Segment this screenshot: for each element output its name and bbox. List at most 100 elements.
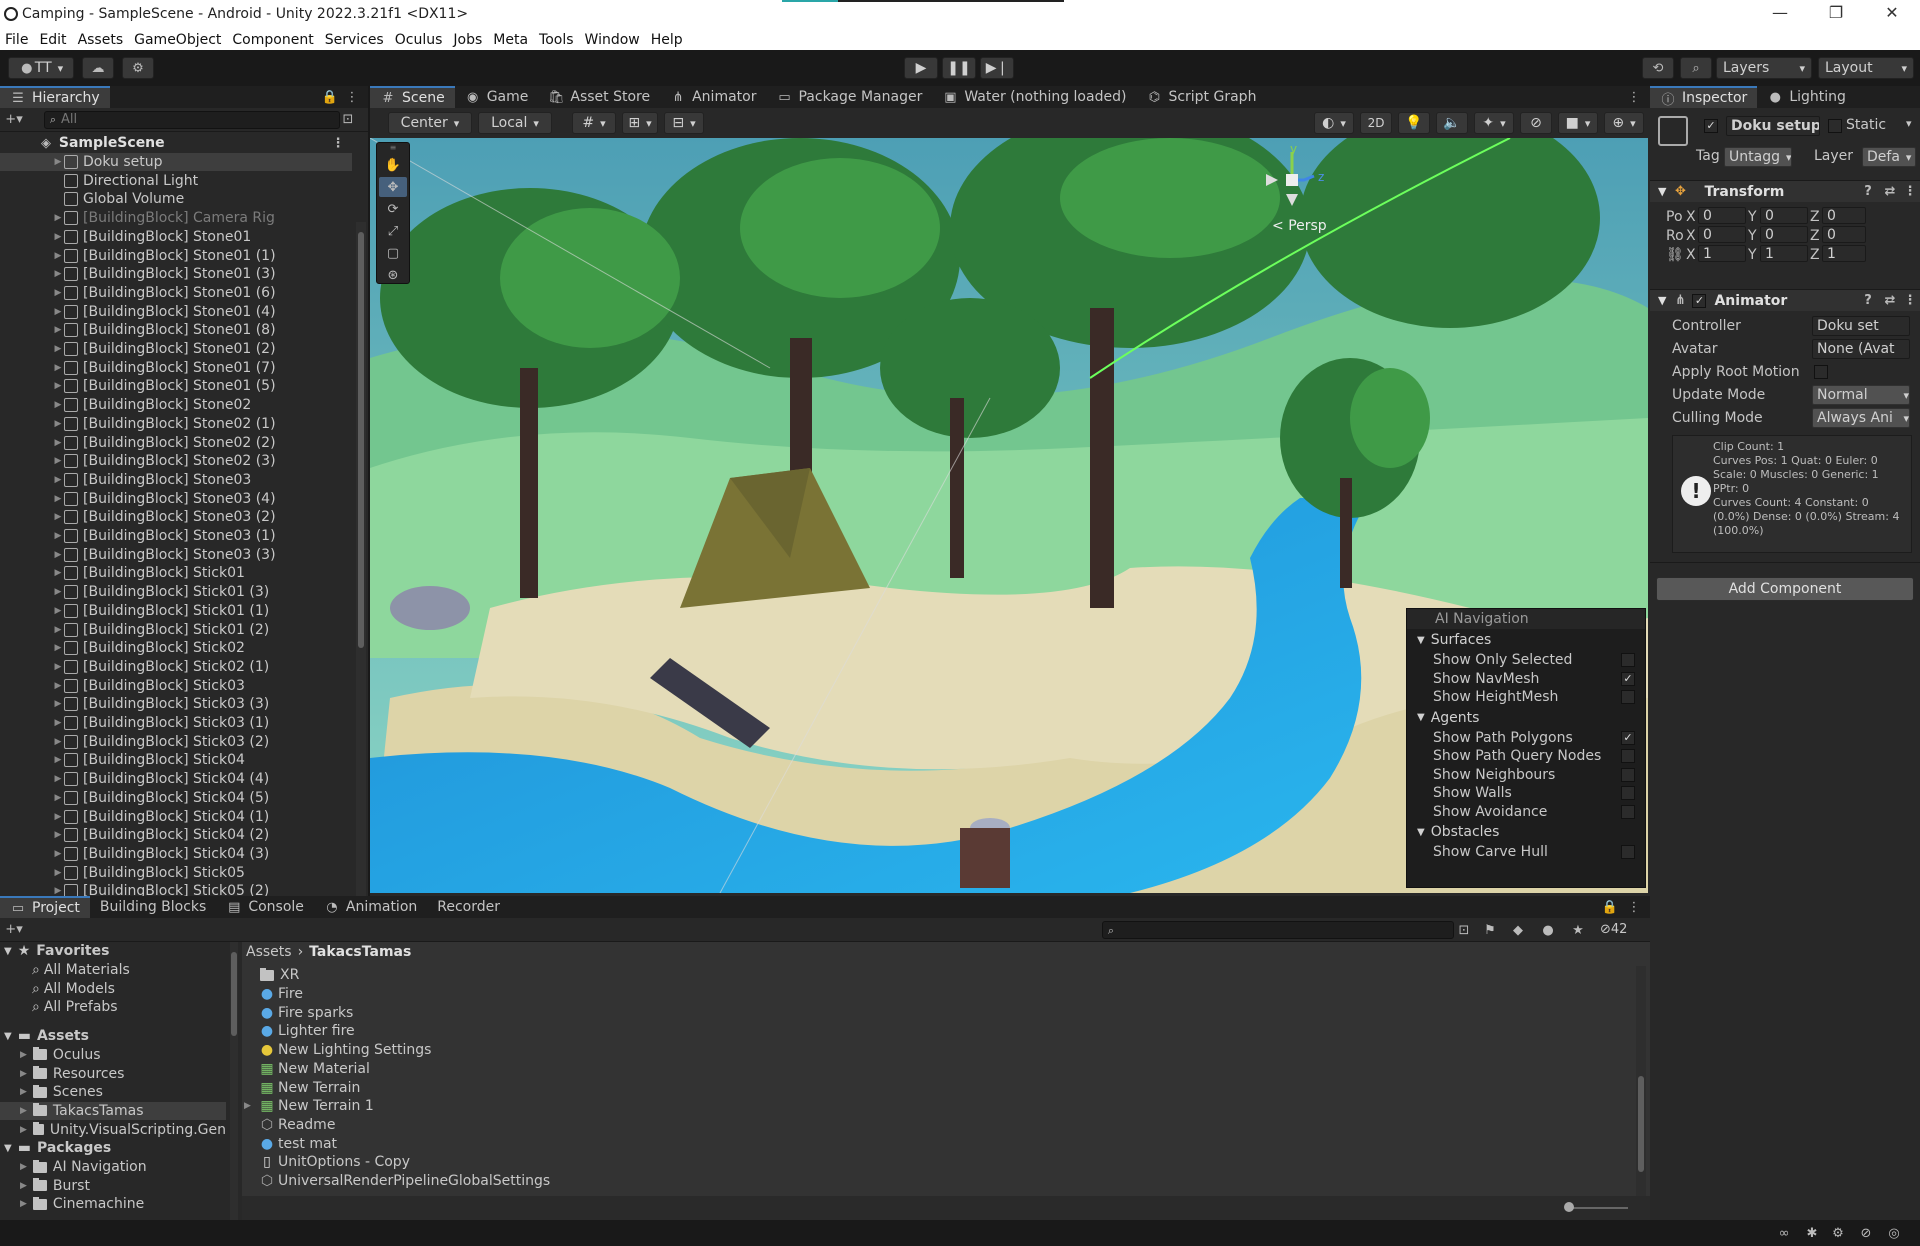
persp-label[interactable]: < Persp [1272, 218, 1327, 234]
overlay-handle[interactable]: ≡ [377, 143, 409, 153]
menu-services[interactable]: Services [325, 32, 384, 48]
expand-icon[interactable]: ▶ [52, 737, 64, 747]
grid-snap-button[interactable]: # [572, 112, 616, 134]
ai-nav-option[interactable]: Show Avoidance [1407, 803, 1645, 822]
tab-scene[interactable]: # Scene [370, 86, 455, 108]
tree-item[interactable]: ▶ Scenes [0, 1083, 226, 1102]
transform-y-field[interactable]: 0 [1760, 207, 1808, 224]
menu-oculus[interactable]: Oculus [395, 32, 443, 48]
hierarchy-item[interactable]: Global Volume [0, 190, 352, 209]
expand-icon[interactable]: ▶ [52, 531, 64, 541]
shading-mode-button[interactable]: ◐ [1314, 112, 1354, 134]
add-component-button[interactable]: Add Component [1656, 577, 1914, 601]
expand-icon[interactable]: ▶ [52, 438, 64, 448]
tree-section[interactable]: ▼ ▬ Assets [4, 1027, 89, 1046]
expand-icon[interactable]: ▶ [52, 269, 64, 279]
ai-nav-option-checkbox[interactable]: ✓ [1621, 730, 1635, 745]
ai-nav-group[interactable]: ▼ Obstacles [1407, 821, 1645, 843]
menu-edit[interactable]: Edit [39, 32, 66, 48]
file-list-scrollbar[interactable] [1636, 966, 1646, 1196]
notification-icon[interactable]: ◎ [1886, 1225, 1902, 1241]
file-item[interactable]: ▦ New Terrain [260, 1078, 360, 1097]
file-item[interactable]: ● Fire sparks [260, 1003, 353, 1022]
hierarchy-item[interactable]: ▶ [BuildingBlock] Stick02 (1) [0, 658, 352, 677]
ai-nav-group[interactable]: ▼ Agents [1407, 707, 1645, 729]
expand-icon[interactable]: ▶ [20, 1050, 27, 1060]
ai-nav-option-checkbox[interactable] [1621, 845, 1635, 860]
tab-lighting[interactable]: ● Lighting [1757, 86, 1856, 108]
transform-z-field[interactable]: 0 [1822, 207, 1866, 224]
file-item[interactable]: XR [260, 966, 299, 985]
component-more-icon[interactable]: ⋮ [1902, 293, 1918, 309]
controller-field[interactable]: Doku set [1812, 316, 1910, 336]
ai-nav-option[interactable]: Show Carve Hull [1407, 843, 1645, 862]
menu-window[interactable]: Window [585, 32, 640, 48]
hierarchy-item[interactable]: ▶ [BuildingBlock] Stone03 (3) [0, 545, 352, 564]
transform-header[interactable]: ▼ ✥ Transform ? ⇄ ⋮ [1650, 180, 1920, 202]
cache-server-icon[interactable]: ⚙ [1830, 1225, 1846, 1241]
hierarchy-item[interactable]: ▶ [BuildingBlock] Stick05 [0, 863, 352, 882]
file-item[interactable]: ▶ ▦ New Terrain 1 [244, 1097, 374, 1116]
expand-icon[interactable]: ▶ [52, 699, 64, 709]
hierarchy-item[interactable]: ▶ [BuildingBlock] Stone01 (3) [0, 265, 352, 284]
hierarchy-item[interactable]: ▶ [BuildingBlock] Stick04 (1) [0, 807, 352, 826]
expand-icon[interactable]: ▶ [52, 681, 64, 691]
hierarchy-item[interactable]: ▶ [BuildingBlock] Stone03 [0, 471, 352, 490]
hierarchy-item[interactable]: ▶ [BuildingBlock] Stone01 (5) [0, 377, 352, 396]
tree-section[interactable]: ▼ ▬ Packages [4, 1139, 111, 1158]
expand-icon[interactable]: ▶ [52, 232, 64, 242]
expand-icon[interactable]: ▶ [52, 849, 64, 859]
hierarchy-item[interactable]: ▶ [BuildingBlock] Stick03 (3) [0, 695, 352, 714]
ai-nav-option[interactable]: Show HeightMesh [1407, 688, 1645, 707]
expand-icon[interactable]: ▶ [52, 625, 64, 635]
help-icon[interactable]: ? [1860, 184, 1876, 200]
hierarchy-item[interactable]: ▶ [BuildingBlock] Stick04 (2) [0, 826, 352, 845]
create-icon[interactable]: +▾ [5, 922, 22, 938]
file-item[interactable]: ● Lighter fire [260, 1022, 355, 1041]
hierarchy-item[interactable]: ▶ Doku setup [0, 152, 352, 172]
expand-icon[interactable]: ▶ [20, 1162, 27, 1172]
expand-icon[interactable]: ▶ [52, 419, 64, 429]
expand-icon[interactable]: ▶ [52, 400, 64, 410]
ai-nav-option[interactable]: Show NavMesh ✓ [1407, 670, 1645, 689]
folder-tree-scrollbar[interactable] [230, 942, 238, 1220]
history-button[interactable]: ⟲ [1642, 57, 1674, 79]
tab-asset-store[interactable]: 🛍 Asset Store [538, 86, 660, 108]
search-button[interactable]: ⌕ [1680, 57, 1712, 79]
error-icon[interactable]: ● [1540, 922, 1556, 938]
hierarchy-item[interactable]: ▶ [BuildingBlock] Stone01 [0, 228, 352, 247]
file-item[interactable]: ● test mat [260, 1134, 337, 1153]
hierarchy-item[interactable]: ▶ [BuildingBlock] Stick05 (2) [0, 882, 352, 896]
ai-nav-option[interactable]: Show Only Selected [1407, 651, 1645, 670]
collab-button[interactable]: ⚙ [122, 57, 154, 79]
hierarchy-item[interactable]: ▶ [BuildingBlock] Camera Rig [0, 209, 352, 228]
cloud-button[interactable]: ☁ [82, 57, 114, 79]
effects-dropdown[interactable]: ✦ [1474, 112, 1514, 134]
file-item[interactable]: ● Fire [260, 985, 303, 1004]
menu-help[interactable]: Help [651, 32, 683, 48]
gizmos-dropdown[interactable]: ⊕ [1604, 112, 1644, 134]
expand-icon[interactable]: ▶ [52, 718, 64, 728]
maximize-button[interactable]: ❐ [1816, 3, 1856, 27]
expand-icon[interactable]: ▶ [52, 288, 64, 298]
transform-tool-icon[interactable]: ⊛ [379, 265, 407, 285]
tab-animator[interactable]: ⋔ Animator [660, 86, 766, 108]
expand-icon[interactable]: ▶ [52, 830, 64, 840]
tree-item[interactable]: ▶ Burst [0, 1176, 226, 1195]
expand-icon[interactable]: ▶ [52, 325, 64, 335]
menu-jobs[interactable]: Jobs [453, 32, 482, 48]
tab-script-graph[interactable]: ⌬ Script Graph [1136, 86, 1266, 108]
static-checkbox[interactable] [1828, 119, 1842, 133]
hierarchy-search-input[interactable] [61, 112, 311, 127]
file-item[interactable]: ⬡ Readme [260, 1116, 336, 1135]
search-by-type-icon[interactable]: ⊡ [1456, 922, 1472, 938]
expand-icon[interactable]: ▶ [52, 812, 64, 822]
expand-icon[interactable]: ▶ [52, 157, 64, 167]
hierarchy-item[interactable]: ▶ [BuildingBlock] Stone01 (8) [0, 321, 352, 340]
expand-icon[interactable]: ▶ [52, 774, 64, 784]
layers-dropdown[interactable]: Layers [1716, 57, 1812, 79]
hierarchy-search[interactable]: ⌕ [44, 110, 340, 129]
expand-icon[interactable]: ▶ [52, 344, 64, 354]
file-item[interactable]: ⬡ UniversalRenderPipelineGlobalSettings [260, 1172, 550, 1191]
tree-item[interactable]: ▶ AI Navigation [0, 1158, 226, 1177]
